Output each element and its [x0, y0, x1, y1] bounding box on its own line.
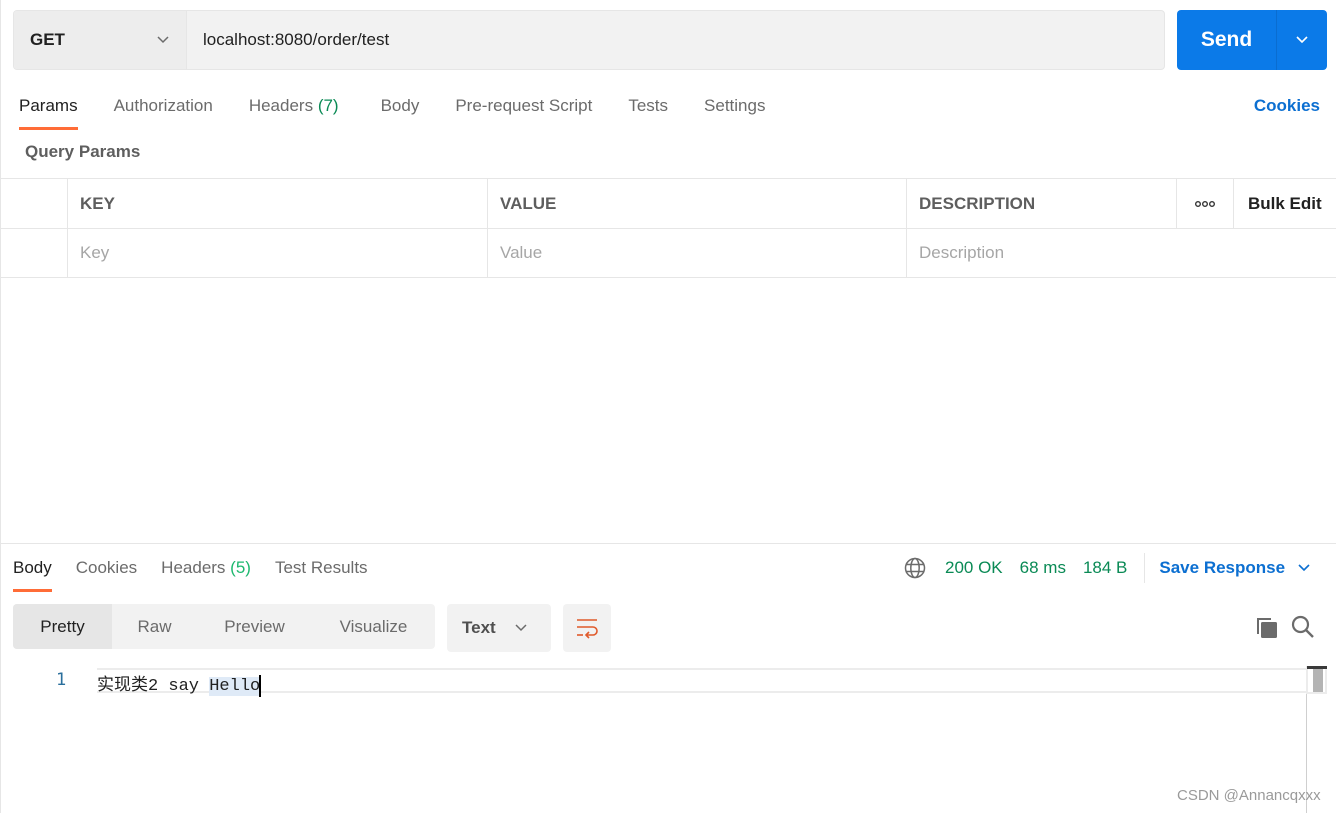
- code-line[interactable]: 实现类2 say Hello: [97, 670, 262, 697]
- tab-label: Headers: [248, 96, 314, 115]
- chevron-down-icon: [1298, 564, 1310, 572]
- format-visualize[interactable]: Visualize: [312, 604, 435, 649]
- status-code[interactable]: 200 OK: [945, 558, 1003, 578]
- query-params-title: Query Params: [25, 142, 141, 161]
- tab-label: Headers: [161, 558, 226, 577]
- wrap-lines-icon: [577, 619, 598, 639]
- tab-label: Authorization: [113, 96, 213, 115]
- format-pretty[interactable]: Pretty: [13, 604, 112, 649]
- method-select[interactable]: GET: [14, 11, 187, 69]
- tab-label: Params: [19, 96, 78, 115]
- tab-response-headers[interactable]: Headers (5): [161, 554, 251, 582]
- format-raw[interactable]: Raw: [112, 604, 197, 649]
- column-header-description: DESCRIPTION: [907, 179, 1177, 228]
- response-body-editor[interactable]: 1 实现类2 say Hello: [0, 666, 1336, 813]
- line-number: 1: [56, 670, 67, 690]
- headers-count: (7): [317, 96, 339, 115]
- headers-count: (5): [230, 558, 251, 577]
- copy-icon: [1257, 618, 1277, 638]
- copy-button[interactable]: [1254, 614, 1280, 640]
- chevron-down-icon: [515, 624, 527, 632]
- save-response-button[interactable]: Save Response: [1159, 558, 1311, 578]
- tab-label: Settings: [704, 96, 766, 115]
- watermark: CSDN @Annancqxxx: [1177, 787, 1321, 804]
- selected-text: Hello: [209, 677, 261, 696]
- response-time[interactable]: 68 ms: [1020, 558, 1066, 578]
- url-input[interactable]: [203, 30, 1164, 50]
- meta-separator: [1144, 553, 1146, 583]
- code-text: 实现类2 say: [97, 677, 210, 696]
- pane-divider[interactable]: [0, 543, 1336, 544]
- key-cell: [68, 229, 488, 277]
- value-input[interactable]: [500, 243, 906, 263]
- language-select[interactable]: Text: [447, 604, 551, 652]
- search-button[interactable]: [1290, 614, 1316, 640]
- tab-label: Tests: [628, 96, 669, 115]
- tab-label: Pre-request Script: [455, 96, 593, 115]
- current-line-highlight: [97, 668, 1307, 693]
- tab-response-cookies[interactable]: Cookies: [76, 554, 137, 582]
- tab-tests[interactable]: Tests: [628, 92, 668, 120]
- tab-label: Body: [380, 96, 420, 115]
- scrollbar-thumb[interactable]: [1313, 669, 1323, 692]
- text-cursor: [259, 674, 262, 697]
- table-header-row: KEY VALUE DESCRIPTION Bulk Edit: [0, 178, 1336, 228]
- tab-label: Body: [13, 558, 52, 577]
- send-options-button[interactable]: [1277, 10, 1327, 70]
- tab-test-results[interactable]: Test Results: [275, 554, 368, 582]
- column-options-button[interactable]: [1177, 179, 1234, 228]
- tab-settings[interactable]: Settings: [704, 92, 765, 120]
- request-tabs: Params Authorization Headers (7) Body Pr…: [19, 92, 801, 132]
- bulk-edit-button[interactable]: Bulk Edit: [1234, 179, 1336, 228]
- response-tabs: Body Cookies Headers (5) Test Results: [13, 554, 392, 592]
- tab-headers[interactable]: Headers (7): [249, 92, 339, 120]
- tab-pre-request-script[interactable]: Pre-request Script: [455, 92, 592, 120]
- cookies-link[interactable]: Cookies: [1254, 92, 1320, 120]
- tab-label: Cookies: [75, 558, 138, 577]
- row-handle-column: [0, 179, 68, 228]
- method-label: GET: [30, 30, 65, 49]
- key-input[interactable]: [80, 243, 487, 263]
- tab-response-body[interactable]: Body: [13, 554, 52, 592]
- row-handle: [0, 229, 68, 277]
- query-params-table: KEY VALUE DESCRIPTION Bulk Edit: [0, 178, 1336, 278]
- format-preview[interactable]: Preview: [197, 604, 312, 649]
- send-button-group: Send: [1177, 10, 1327, 70]
- language-label: Text: [462, 618, 496, 637]
- response-meta: 200 OK 68 ms 184 B Save Response: [903, 553, 1311, 583]
- description-cell: [907, 229, 1336, 277]
- tab-authorization[interactable]: Authorization: [114, 92, 213, 120]
- send-button[interactable]: Send: [1177, 10, 1277, 70]
- tab-label: Test Results: [274, 558, 368, 577]
- request-bar: GET: [13, 10, 1165, 70]
- tab-params[interactable]: Params: [19, 92, 78, 130]
- table-row: [0, 228, 1336, 278]
- search-icon: [1291, 615, 1314, 638]
- chevron-down-icon: [157, 36, 169, 44]
- description-input[interactable]: [919, 243, 1336, 263]
- url-field-wrap: [187, 11, 1164, 69]
- response-size[interactable]: 184 B: [1083, 558, 1127, 578]
- save-response-label: Save Response: [1159, 558, 1286, 577]
- wrap-lines-button[interactable]: [563, 604, 611, 652]
- value-cell: [488, 229, 907, 277]
- tab-body[interactable]: Body: [381, 92, 420, 120]
- column-header-key: KEY: [68, 179, 488, 228]
- chevron-down-icon: [1296, 36, 1308, 44]
- more-horizontal-icon: [1195, 200, 1215, 207]
- format-segmented-control: Pretty Raw Preview Visualize: [13, 604, 435, 649]
- column-header-value: VALUE: [488, 179, 907, 228]
- globe-icon[interactable]: [903, 556, 927, 580]
